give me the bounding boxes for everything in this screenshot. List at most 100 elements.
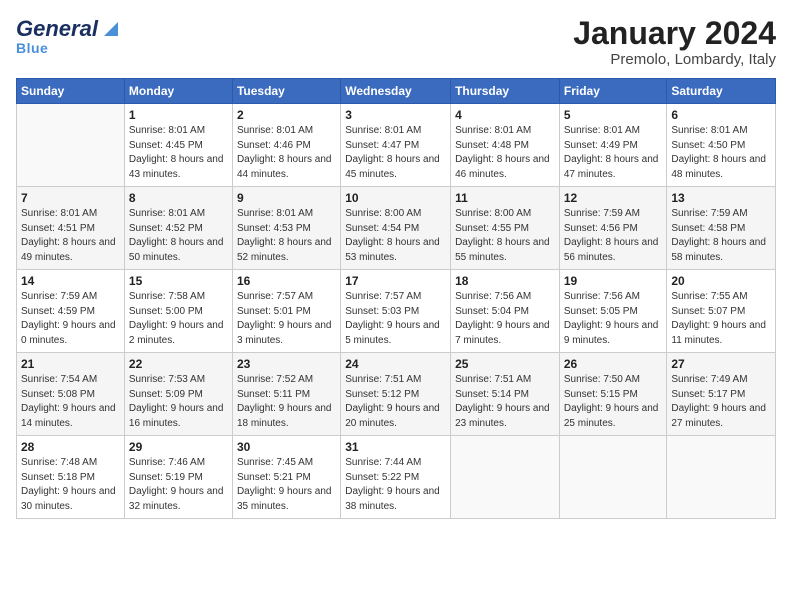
day-info: Sunrise: 7:45 AMSunset: 5:21 PMDaylight:…	[237, 456, 336, 514]
day-info: Sunrise: 8:01 AMSunset: 4:48 PMDaylight:…	[455, 124, 555, 182]
calendar-cell: 12 Sunrise: 7:59 AMSunset: 4:56 PMDayligh…	[559, 187, 667, 270]
day-info: Sunrise: 8:01 AMSunset: 4:53 PMDaylight:…	[237, 207, 336, 265]
day-info: Sunrise: 7:44 AMSunset: 5:22 PMDaylight:…	[345, 456, 446, 514]
logo-general-text: General	[16, 16, 98, 42]
day-info: Sunrise: 7:51 AMSunset: 5:14 PMDaylight:…	[455, 373, 555, 431]
calendar-cell: 24 Sunrise: 7:51 AMSunset: 5:12 PMDayligh…	[341, 353, 451, 436]
day-number: 2	[237, 108, 336, 122]
day-number: 8	[129, 191, 228, 205]
day-number: 18	[455, 274, 555, 288]
day-number: 6	[671, 108, 771, 122]
col-wednesday: Wednesday	[341, 79, 451, 104]
location-text: Premolo, Lombardy, Italy	[573, 51, 776, 68]
day-number: 4	[455, 108, 555, 122]
day-number: 28	[21, 440, 120, 454]
calendar-week-row: 14Sunrise: 7:59 AMSunset: 4:59 PMDayligh…	[17, 270, 776, 353]
day-info: Sunrise: 8:01 AMSunset: 4:46 PMDaylight:…	[237, 124, 336, 182]
col-saturday: Saturday	[667, 79, 776, 104]
logo-blue-text: Blue	[16, 40, 48, 56]
day-info: Sunrise: 7:54 AMSunset: 5:08 PMDaylight:…	[21, 373, 120, 431]
calendar-cell: 10 Sunrise: 8:00 AMSunset: 4:54 PMDayligh…	[341, 187, 451, 270]
calendar-week-row: 7Sunrise: 8:01 AMSunset: 4:51 PMDaylight…	[17, 187, 776, 270]
day-number: 25	[455, 357, 555, 371]
calendar-cell	[559, 436, 667, 519]
calendar-cell: 18 Sunrise: 7:56 AMSunset: 5:04 PMDayligh…	[451, 270, 560, 353]
calendar-cell: 11Sunrise: 8:00 AMSunset: 4:55 PMDayligh…	[451, 187, 560, 270]
calendar-week-row: 28 Sunrise: 7:48 AMSunset: 5:18 PMDayligh…	[17, 436, 776, 519]
day-info: Sunrise: 8:01 AMSunset: 4:45 PMDaylight:…	[129, 124, 228, 182]
calendar-cell: 4 Sunrise: 8:01 AMSunset: 4:48 PMDaylight…	[451, 104, 560, 187]
day-info: Sunrise: 7:55 AMSunset: 5:07 PMDaylight:…	[671, 290, 771, 348]
day-number: 10	[345, 191, 446, 205]
calendar-week-row: 1 Sunrise: 8:01 AMSunset: 4:45 PMDaylight…	[17, 104, 776, 187]
day-number: 7	[21, 191, 120, 205]
calendar-cell: 16 Sunrise: 7:57 AMSunset: 5:01 PMDayligh…	[232, 270, 340, 353]
page-header: General Blue January 2024 Premolo, Lomba…	[16, 16, 776, 68]
calendar-cell: 29 Sunrise: 7:46 AMSunset: 5:19 PMDayligh…	[124, 436, 232, 519]
day-number: 1	[129, 108, 228, 122]
day-number: 17	[345, 274, 446, 288]
calendar-table: Sunday Monday Tuesday Wednesday Thursday…	[16, 78, 776, 519]
calendar-cell: 26 Sunrise: 7:50 AMSunset: 5:15 PMDayligh…	[559, 353, 667, 436]
day-number: 16	[237, 274, 336, 288]
day-info: Sunrise: 7:58 AMSunset: 5:00 PMDaylight:…	[129, 290, 228, 348]
day-number: 3	[345, 108, 446, 122]
day-number: 29	[129, 440, 228, 454]
calendar-cell: 5Sunrise: 8:01 AMSunset: 4:49 PMDaylight…	[559, 104, 667, 187]
day-info: Sunrise: 7:59 AMSunset: 4:56 PMDaylight:…	[564, 207, 663, 265]
calendar-header-row: Sunday Monday Tuesday Wednesday Thursday…	[17, 79, 776, 104]
calendar-cell: 14Sunrise: 7:59 AMSunset: 4:59 PMDayligh…	[17, 270, 125, 353]
day-number: 15	[129, 274, 228, 288]
calendar-cell: 23Sunrise: 7:52 AMSunset: 5:11 PMDayligh…	[232, 353, 340, 436]
day-info: Sunrise: 8:01 AMSunset: 4:47 PMDaylight:…	[345, 124, 446, 182]
calendar-week-row: 21 Sunrise: 7:54 AMSunset: 5:08 PMDayligh…	[17, 353, 776, 436]
logo-triangle-icon	[100, 18, 122, 40]
calendar-cell	[17, 104, 125, 187]
day-number: 12	[564, 191, 663, 205]
calendar-cell: 27Sunrise: 7:49 AMSunset: 5:17 PMDayligh…	[667, 353, 776, 436]
col-tuesday: Tuesday	[232, 79, 340, 104]
day-number: 14	[21, 274, 120, 288]
calendar-cell: 30 Sunrise: 7:45 AMSunset: 5:21 PMDayligh…	[232, 436, 340, 519]
day-number: 23	[237, 357, 336, 371]
day-number: 5	[564, 108, 663, 122]
calendar-cell: 15 Sunrise: 7:58 AMSunset: 5:00 PMDayligh…	[124, 270, 232, 353]
day-info: Sunrise: 7:57 AMSunset: 5:03 PMDaylight:…	[345, 290, 446, 348]
day-number: 26	[564, 357, 663, 371]
col-sunday: Sunday	[17, 79, 125, 104]
day-number: 30	[237, 440, 336, 454]
day-info: Sunrise: 7:50 AMSunset: 5:15 PMDaylight:…	[564, 373, 663, 431]
calendar-cell: 17 Sunrise: 7:57 AMSunset: 5:03 PMDayligh…	[341, 270, 451, 353]
calendar-cell: 20 Sunrise: 7:55 AMSunset: 5:07 PMDayligh…	[667, 270, 776, 353]
day-info: Sunrise: 8:00 AMSunset: 4:55 PMDaylight:…	[455, 207, 555, 265]
month-title: January 2024	[573, 16, 776, 51]
day-info: Sunrise: 7:57 AMSunset: 5:01 PMDaylight:…	[237, 290, 336, 348]
day-info: Sunrise: 7:59 AMSunset: 4:58 PMDaylight:…	[671, 207, 771, 265]
day-number: 31	[345, 440, 446, 454]
calendar-cell: 3 Sunrise: 8:01 AMSunset: 4:47 PMDaylight…	[341, 104, 451, 187]
day-number: 22	[129, 357, 228, 371]
day-info: Sunrise: 8:00 AMSunset: 4:54 PMDaylight:…	[345, 207, 446, 265]
calendar-cell: 13Sunrise: 7:59 AMSunset: 4:58 PMDayligh…	[667, 187, 776, 270]
day-info: Sunrise: 7:49 AMSunset: 5:17 PMDaylight:…	[671, 373, 771, 431]
col-monday: Monday	[124, 79, 232, 104]
day-info: Sunrise: 7:56 AMSunset: 5:05 PMDaylight:…	[564, 290, 663, 348]
day-number: 19	[564, 274, 663, 288]
day-number: 24	[345, 357, 446, 371]
calendar-cell: 8 Sunrise: 8:01 AMSunset: 4:52 PMDaylight…	[124, 187, 232, 270]
col-thursday: Thursday	[451, 79, 560, 104]
day-info: Sunrise: 7:56 AMSunset: 5:04 PMDaylight:…	[455, 290, 555, 348]
day-info: Sunrise: 7:51 AMSunset: 5:12 PMDaylight:…	[345, 373, 446, 431]
logo: General Blue	[16, 16, 122, 56]
title-block: January 2024 Premolo, Lombardy, Italy	[573, 16, 776, 68]
calendar-cell: 2 Sunrise: 8:01 AMSunset: 4:46 PMDaylight…	[232, 104, 340, 187]
day-info: Sunrise: 7:46 AMSunset: 5:19 PMDaylight:…	[129, 456, 228, 514]
day-info: Sunrise: 7:53 AMSunset: 5:09 PMDaylight:…	[129, 373, 228, 431]
day-info: Sunrise: 8:01 AMSunset: 4:52 PMDaylight:…	[129, 207, 228, 265]
day-number: 9	[237, 191, 336, 205]
day-number: 20	[671, 274, 771, 288]
day-number: 21	[21, 357, 120, 371]
calendar-cell: 7Sunrise: 8:01 AMSunset: 4:51 PMDaylight…	[17, 187, 125, 270]
calendar-cell: 19 Sunrise: 7:56 AMSunset: 5:05 PMDayligh…	[559, 270, 667, 353]
day-info: Sunrise: 7:48 AMSunset: 5:18 PMDaylight:…	[21, 456, 120, 514]
